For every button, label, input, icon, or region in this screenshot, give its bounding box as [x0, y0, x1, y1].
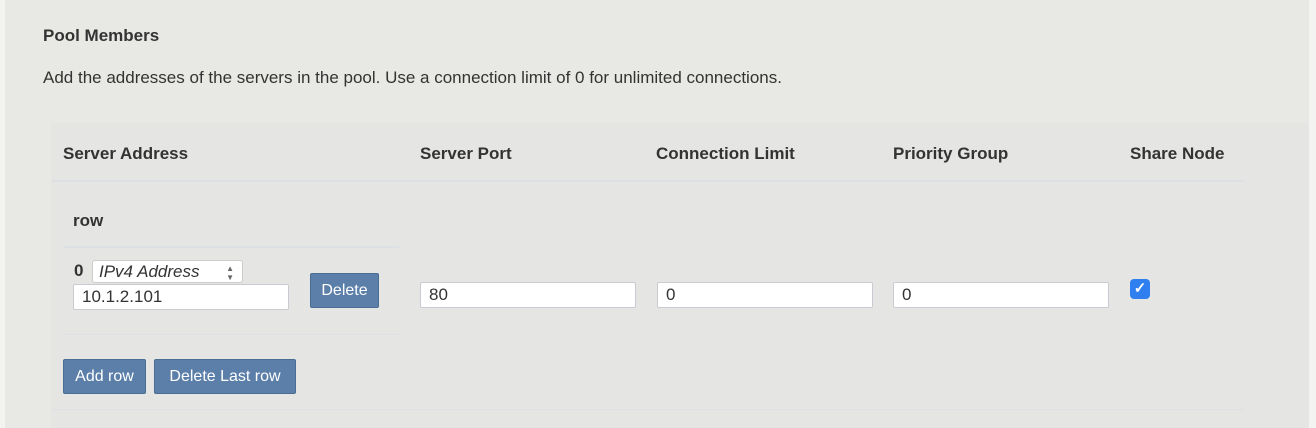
checkmark-icon: ✓: [1133, 280, 1147, 297]
priority-group-input[interactable]: [893, 282, 1109, 308]
address-type-select[interactable]: IPv4 Address ▲ ▼: [92, 260, 243, 283]
col-share-node: Share Node: [1130, 144, 1225, 163]
delete-last-row-button[interactable]: Delete Last row: [154, 359, 296, 394]
updown-chevron-icon: ▲ ▼: [226, 264, 234, 282]
col-server-address: Server Address: [63, 144, 189, 163]
server-port-input[interactable]: [420, 282, 636, 308]
col-priority-group: Priority Group: [893, 144, 1009, 163]
pool-members-section: Pool Members Add the addresses of the se…: [5, 0, 1309, 428]
col-server-port: Server Port: [420, 144, 512, 163]
row-divider: [63, 246, 399, 248]
connection-limit-input[interactable]: [657, 282, 873, 308]
row-header: row: [73, 211, 104, 230]
header-divider: [52, 180, 1245, 182]
delete-row-button[interactable]: Delete: [310, 273, 379, 308]
share-node-checkbox[interactable]: ✓: [1130, 279, 1150, 299]
row-index: 0: [74, 261, 84, 280]
section-description: Add the addresses of the servers in the …: [43, 68, 782, 87]
address-type-value: IPv4 Address: [99, 262, 200, 281]
table-bottom-divider: [52, 409, 1245, 410]
server-address-input[interactable]: [73, 284, 289, 310]
section-title: Pool Members: [43, 26, 160, 45]
row-divider-bottom: [63, 334, 399, 335]
col-connection-limit: Connection Limit: [656, 144, 795, 163]
add-row-button[interactable]: Add row: [63, 359, 146, 394]
